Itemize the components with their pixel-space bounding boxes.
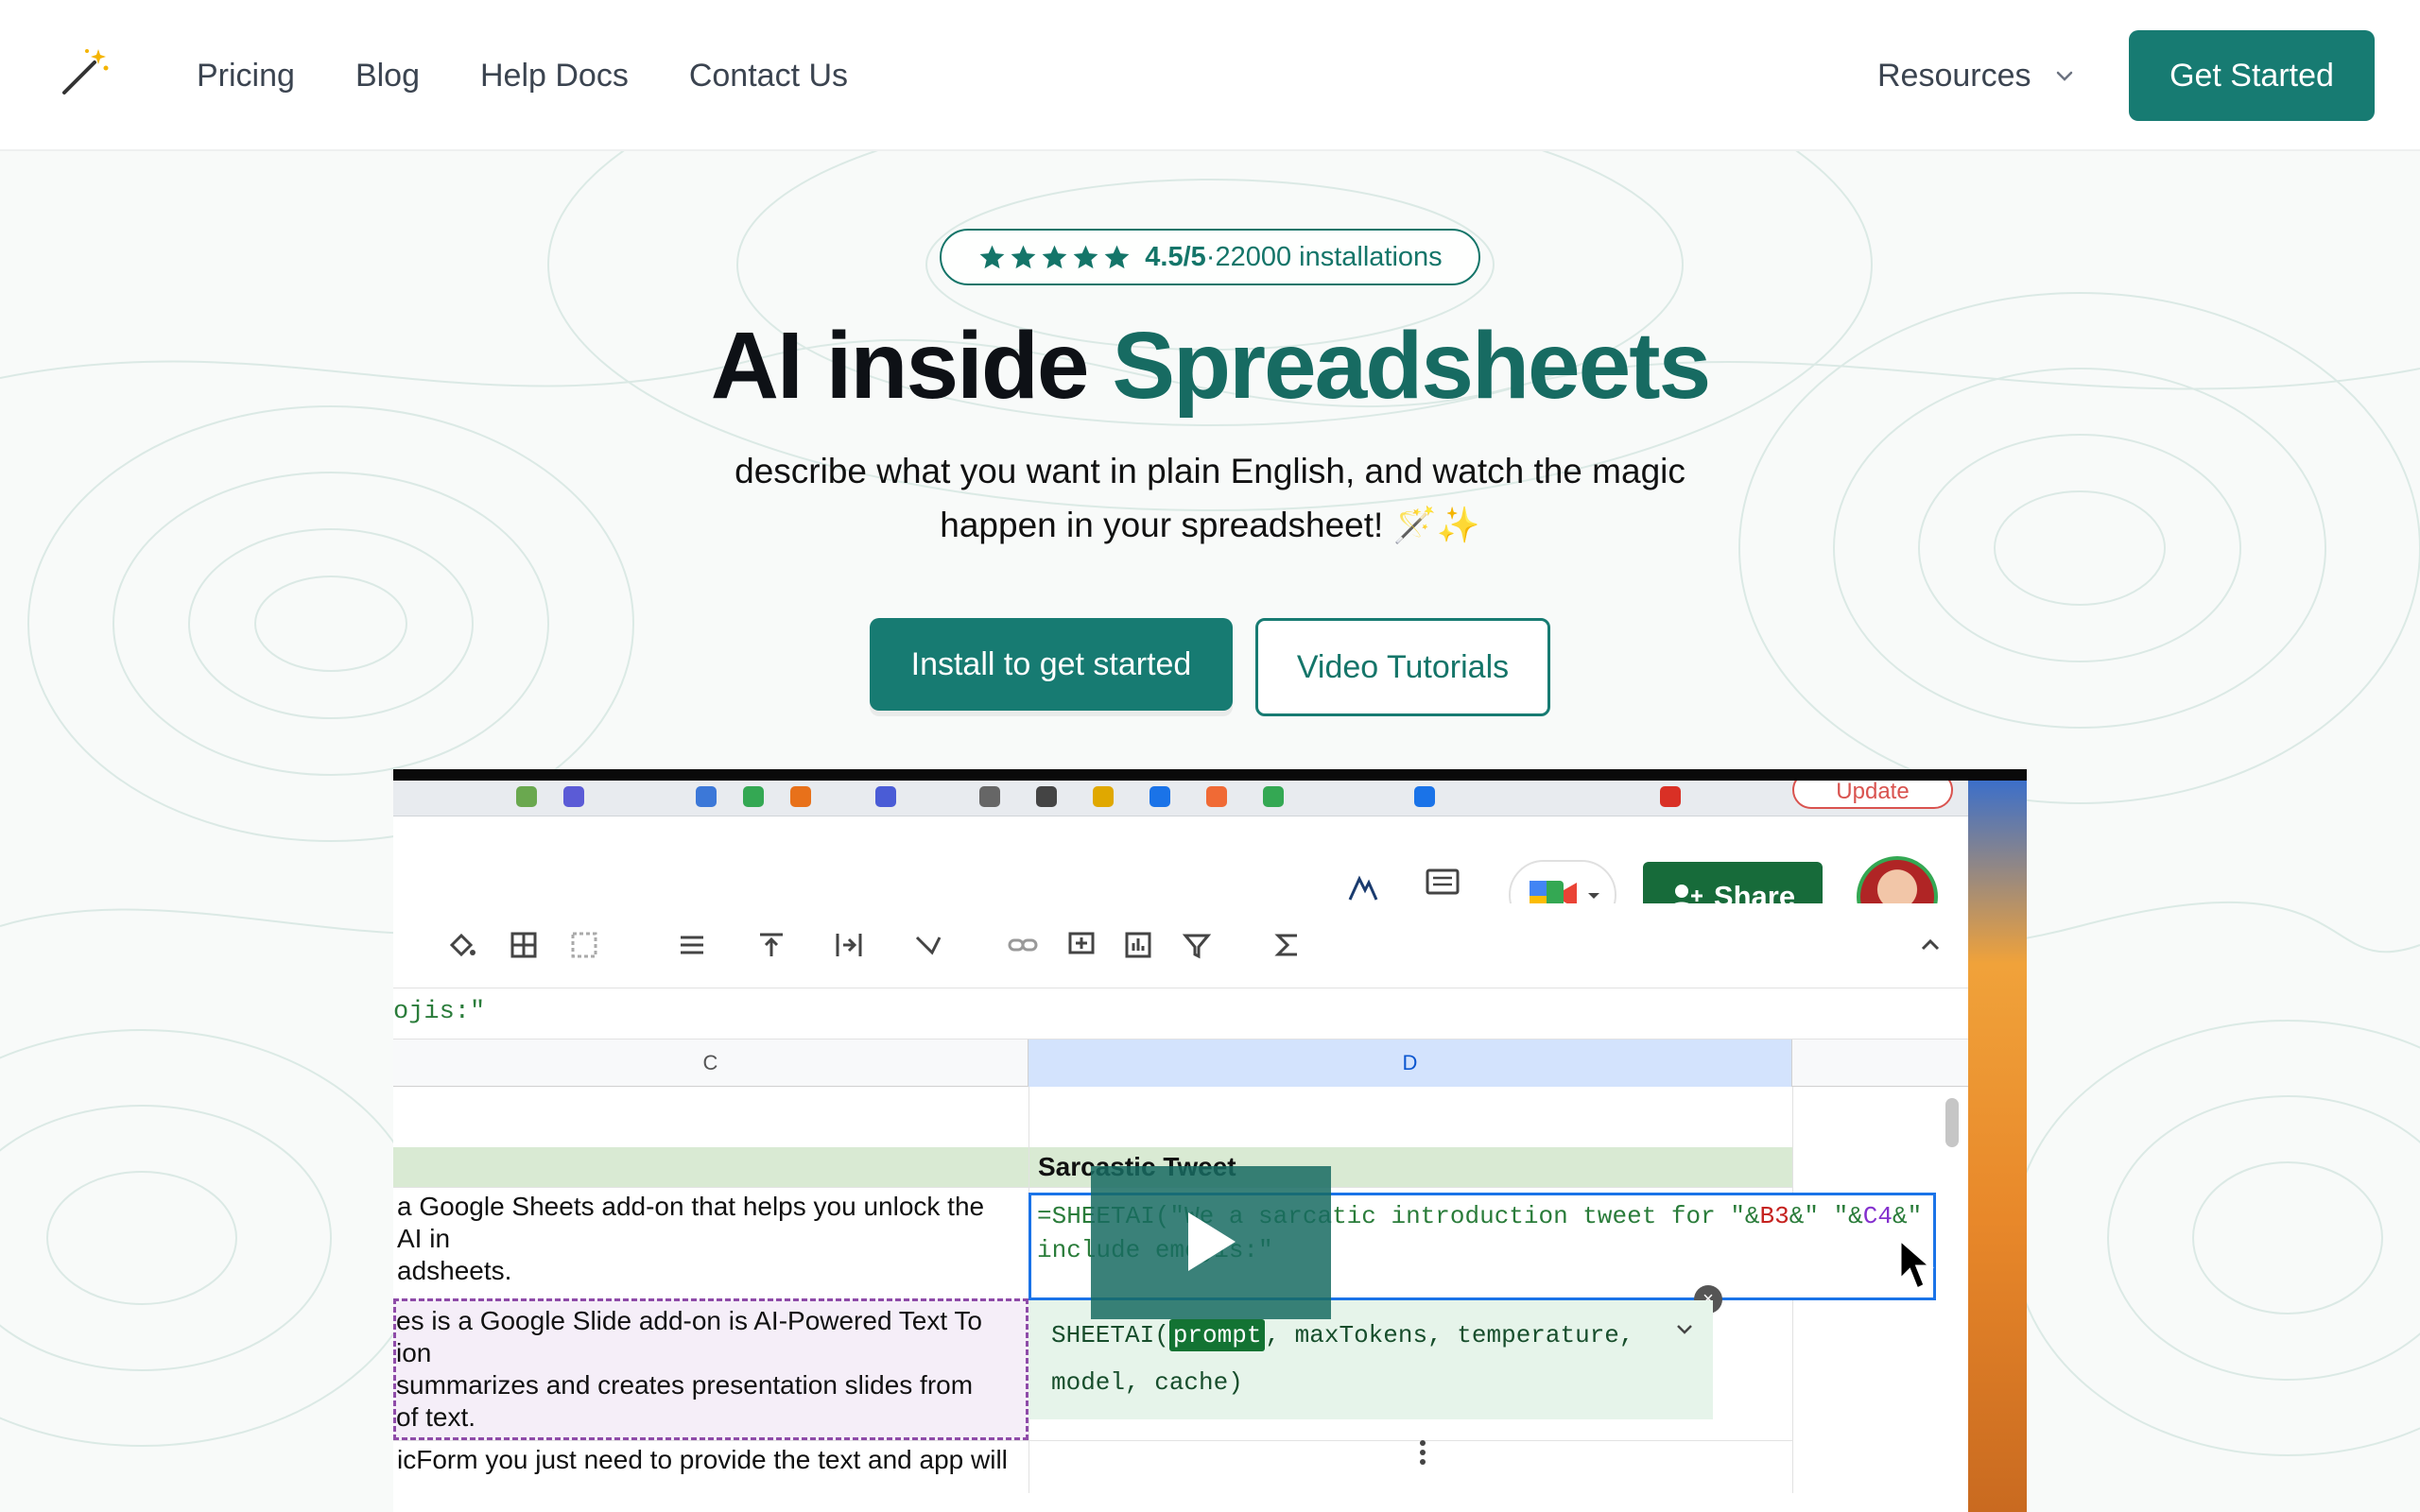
column-header-c[interactable]: C — [393, 1040, 1028, 1087]
function-params: , maxTokens, temperature, — [1265, 1321, 1634, 1349]
top-navigation: Pricing Blog Help Docs Contact Us Resour… — [0, 0, 2420, 151]
video-tutorials-button[interactable]: Video Tutorials — [1255, 618, 1550, 716]
extension-icon — [1414, 786, 1435, 807]
function-params-cont: model, cache) — [1051, 1368, 1243, 1397]
extension-icon — [1263, 786, 1284, 807]
nav-link-contact-us[interactable]: Contact Us — [689, 58, 848, 94]
cell-line: AI in — [397, 1224, 451, 1253]
collapse-toolbar-icon[interactable] — [1915, 930, 1945, 960]
functions-icon[interactable] — [1272, 930, 1303, 960]
insert-link-icon[interactable] — [1008, 930, 1038, 960]
rating-score: 4.5/5 — [1145, 241, 1206, 272]
column-header-d[interactable]: D — [1028, 1040, 1792, 1087]
install-button[interactable]: Install to get started — [870, 618, 1233, 711]
nav-links: Pricing Blog Help Docs Contact Us — [197, 0, 848, 151]
nav-link-pricing[interactable]: Pricing — [197, 58, 295, 94]
extension-icon — [1093, 786, 1114, 807]
extension-icon — [743, 786, 764, 807]
merge-cells-icon[interactable] — [569, 930, 599, 960]
filter-icon[interactable] — [1182, 930, 1212, 960]
function-name: SHEETAI( — [1051, 1321, 1169, 1349]
mouse-cursor-icon — [1898, 1238, 1934, 1292]
chevron-down-icon — [2056, 71, 2072, 81]
cell-line: es is a Google Slide add-on is AI-Powere… — [396, 1306, 982, 1335]
cell-line: a Google Sheets add-on that helps you un… — [397, 1192, 985, 1221]
formula-bar[interactable]: ojis:" — [393, 988, 1968, 1040]
extension-icon — [516, 786, 537, 807]
get-started-button[interactable]: Get Started — [2129, 30, 2375, 121]
play-icon — [1188, 1211, 1236, 1271]
grid-divider — [393, 1440, 1792, 1441]
insert-comment-icon[interactable] — [1066, 930, 1097, 960]
borders-icon[interactable] — [509, 930, 539, 960]
extension-icon — [979, 786, 1000, 807]
star-icon — [1011, 245, 1036, 268]
desktop-wallpaper-edge — [1968, 781, 2027, 1512]
caret-down-icon — [1588, 893, 1599, 899]
fill-color-icon[interactable] — [446, 930, 476, 960]
vertical-scrollbar[interactable] — [1945, 1098, 1959, 1147]
headline-plain: AI inside — [710, 313, 1090, 419]
rating-badge: 4.5/5·22000 installations — [940, 229, 1480, 285]
align-vertical-icon[interactable] — [756, 930, 786, 960]
copied-cell-c4[interactable]: es is a Google Slide add-on is AI-Powere… — [393, 1298, 1028, 1440]
page-title: AI inside Spreadsheets — [0, 312, 2420, 421]
star-icon — [1042, 245, 1067, 268]
star-icon — [1104, 245, 1130, 268]
headline-accent: Spreadsheets — [1112, 313, 1711, 419]
sheetai-icon[interactable] — [1344, 869, 1382, 907]
star-rating — [977, 243, 1132, 272]
extension-icon — [1150, 786, 1170, 807]
extension-icon — [563, 786, 584, 807]
demo-video-thumbnail[interactable]: Update ago Share ojis:" — [393, 769, 2027, 1512]
magic-wand-logo-icon[interactable] — [57, 43, 113, 100]
chevron-down-icon[interactable] — [1675, 1323, 1694, 1336]
cell-line: of text. — [396, 1402, 476, 1432]
active-parameter: prompt — [1168, 1319, 1266, 1351]
extension-icon — [1206, 786, 1227, 807]
align-horizontal-icon[interactable] — [677, 930, 707, 960]
more-options-icon[interactable] — [1418, 1438, 1427, 1467]
text-wrap-icon[interactable] — [834, 930, 864, 960]
extension-icon — [1660, 786, 1681, 807]
star-icon — [979, 245, 1005, 268]
hero-subtitle: describe what you want in plain English,… — [643, 444, 1777, 552]
text-rotation-icon[interactable] — [913, 930, 943, 960]
comment-icon[interactable] — [1424, 866, 1461, 903]
install-count: ·22000 installations — [1205, 241, 1443, 272]
extension-icon — [790, 786, 811, 807]
column-headers: C D — [393, 1040, 1968, 1087]
nav-link-blog[interactable]: Blog — [355, 58, 420, 94]
insert-chart-icon[interactable] — [1123, 930, 1153, 960]
resources-dropdown[interactable]: Resources — [1877, 0, 2075, 151]
cell-line: adsheets. — [397, 1256, 512, 1285]
cell-c4-text: es is a Google Slide add-on is AI-Powere… — [396, 1305, 982, 1434]
browser-extension-bar: Update — [393, 781, 1968, 816]
cell-line: summarizes and creates presentation slid… — [396, 1370, 974, 1400]
extension-icon — [875, 786, 896, 807]
cell-line: ion — [396, 1338, 432, 1367]
play-video-button[interactable] — [1091, 1166, 1331, 1319]
resources-label: Resources — [1877, 57, 2031, 94]
subtitle-line-1: describe what you want in plain English,… — [735, 452, 1685, 490]
star-icon — [1073, 245, 1098, 268]
formula-text: ojis:" — [393, 998, 486, 1026]
cell-c3[interactable]: a Google Sheets add-on that helps you un… — [397, 1191, 984, 1287]
extension-icon — [696, 786, 717, 807]
sheets-toolbar — [393, 903, 1968, 988]
cell-c5[interactable]: icForm you just need to provide the text… — [397, 1444, 1008, 1476]
subtitle-line-2: happen in your spreadsheet! 🪄✨ — [940, 506, 1480, 544]
nav-link-help-docs[interactable]: Help Docs — [480, 58, 629, 94]
extension-icon — [1036, 786, 1057, 807]
browser-update-button[interactable]: Update — [1792, 781, 1953, 809]
